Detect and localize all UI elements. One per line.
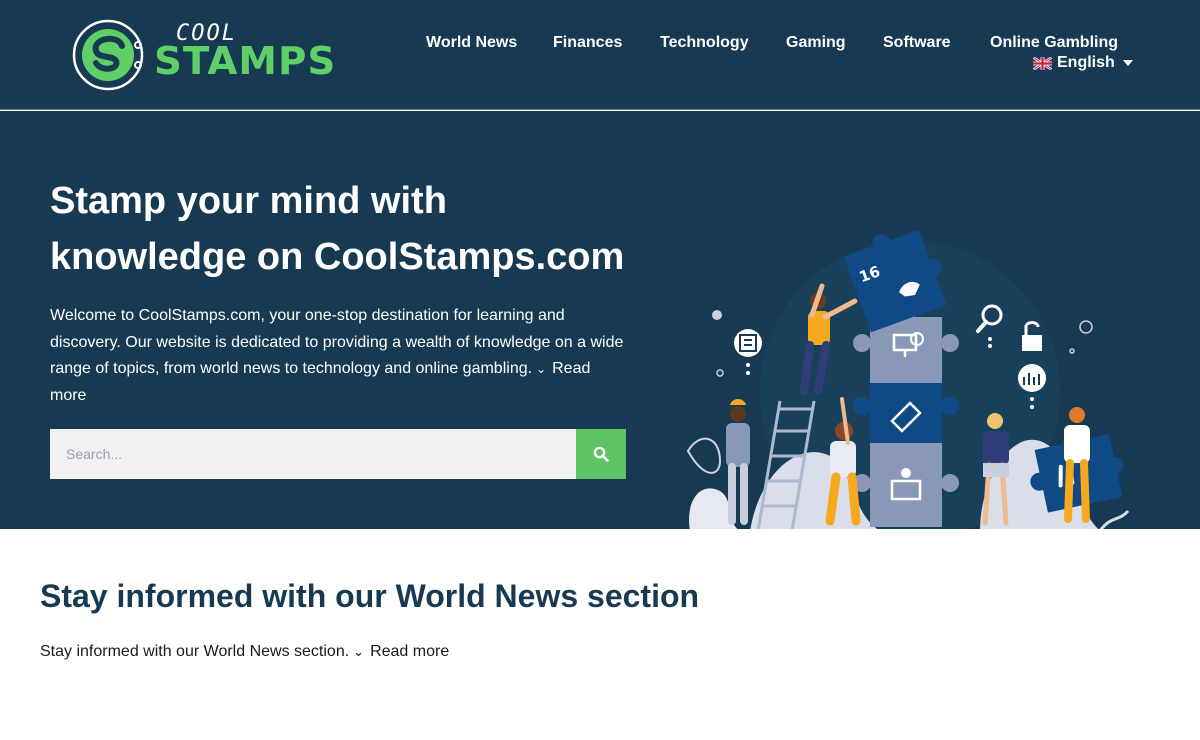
nav-world-news[interactable]: World News <box>426 34 517 52</box>
nav-technology[interactable]: Technology <box>660 34 749 52</box>
search-icon <box>593 446 609 462</box>
language-selector[interactable]: English <box>1033 54 1133 72</box>
hero-title-line2: knowledge on CoolStamps.com <box>50 236 625 278</box>
hero-section: Stamp your mind with knowledge on CoolSt… <box>0 111 1200 529</box>
world-news-read-more-link[interactable]: Read more <box>370 643 449 660</box>
hero-illustration: 16 <box>686 231 1130 529</box>
hero-title-line1: Stamp your mind with <box>50 180 447 222</box>
hero-title: Stamp your mind with knowledge on CoolSt… <box>50 173 670 285</box>
nav-online-gambling[interactable]: Online Gambling <box>990 34 1118 52</box>
world-news-heading: Stay informed with our World News sectio… <box>40 578 700 614</box>
world-news-description: Stay informed with our World News sectio… <box>40 643 449 661</box>
nav-software[interactable]: Software <box>883 34 951 52</box>
nav-gaming[interactable]: Gaming <box>786 34 846 52</box>
logo-text-stamps: STAMPS <box>154 39 337 83</box>
language-label: English <box>1057 54 1115 71</box>
nav-finances[interactable]: Finances <box>553 34 622 52</box>
chevron-down-icon: ⌄ <box>536 362 547 376</box>
site-header: COOL STAMPS World News Finances Technolo… <box>0 0 1200 110</box>
hero-description: Welcome to CoolStamps.com, your one-stop… <box>50 303 630 409</box>
logo-emblem-icon <box>72 19 144 91</box>
chevron-down-icon <box>1122 60 1133 66</box>
chevron-down-icon: ⌄ <box>353 644 365 659</box>
world-news-description-text: Stay informed with our World News sectio… <box>40 643 350 660</box>
search-button[interactable] <box>576 429 626 479</box>
search-form <box>50 429 626 479</box>
uk-flag-icon <box>1033 56 1052 70</box>
site-logo[interactable]: COOL STAMPS <box>72 18 335 92</box>
search-input[interactable] <box>50 429 576 479</box>
